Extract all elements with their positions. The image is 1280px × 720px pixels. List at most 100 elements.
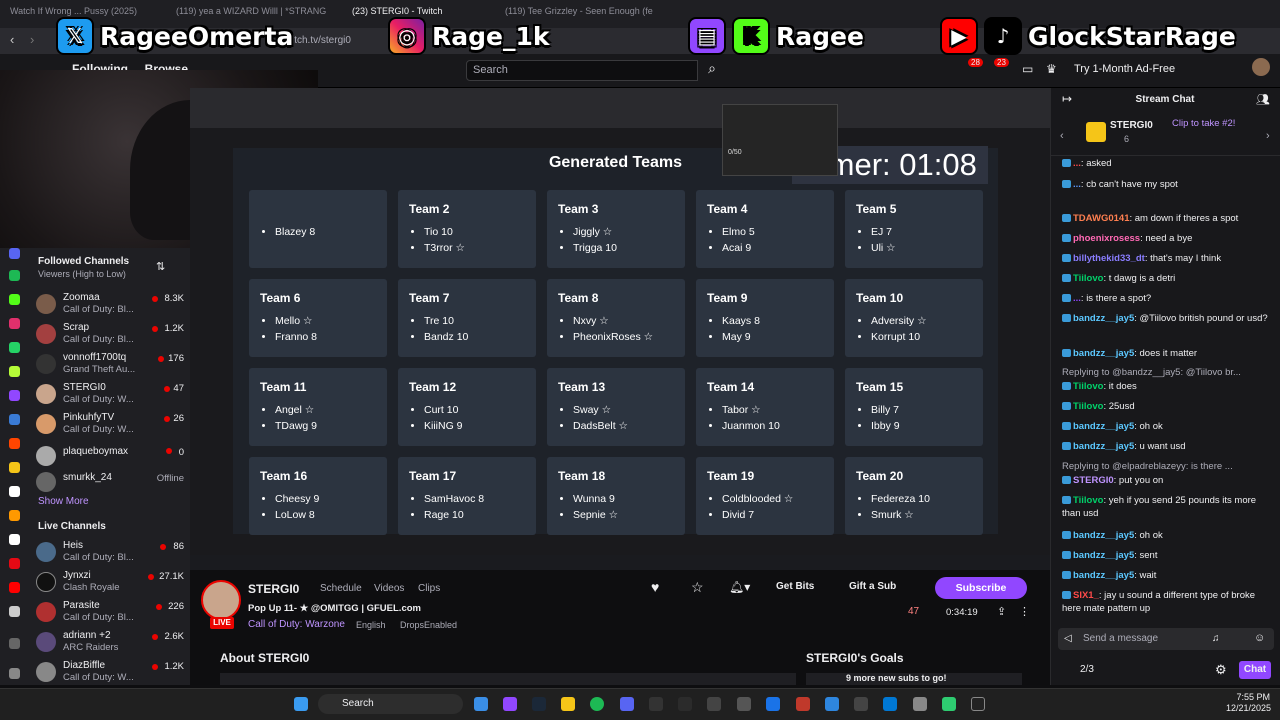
more-options-icon[interactable]: ⋮ [1019,605,1030,618]
show-more-link[interactable]: Show More [38,496,89,507]
tag-chip[interactable]: English [356,620,386,630]
reddit-icon[interactable] [9,438,20,449]
chat-input[interactable]: Send a message [1058,628,1274,650]
followed-channel[interactable]: vonnoff1700tq Grand Theft Au... 176 [36,352,186,380]
chat-message[interactable]: ...: asked [1062,157,1272,170]
x-icon[interactable] [9,486,20,497]
chat-message[interactable]: Tiilovo: 25usd [1062,400,1272,413]
live-channel[interactable]: DiazBiffle Call of Duty: W... 1.2K [36,660,186,685]
followed-channel[interactable]: PinkuhfyTV Call of Duty: W... 26 [36,412,186,440]
app-icon[interactable] [9,510,20,521]
bell-icon[interactable]: 🔔︎▾ [729,580,750,594]
chat-message[interactable]: TDAWG0141: am down if theres a spot [1062,212,1272,225]
youtube-icon[interactable] [9,582,20,593]
chat-message[interactable]: bandzz__jay5: oh ok [1062,420,1272,433]
live-channel[interactable]: adriann +2 ARC Raiders 2.6K [36,630,186,658]
chat-username[interactable]: bandzz__jay5 [1073,421,1134,432]
folder-icon[interactable] [561,697,575,711]
app-icon[interactable] [883,697,897,711]
crown-icon[interactable]: ♛ [1046,62,1057,76]
chat-message[interactable]: phoenixrosess: need a bye [1062,232,1272,245]
clips-link[interactable]: Clips [418,583,440,594]
live-channel[interactable]: Jynxzi Clash Royale 27.1K [36,570,186,598]
channel-points[interactable]: 2/3 [1080,664,1094,675]
videos-link[interactable]: Videos [374,583,404,594]
tag-chip[interactable]: DropsEnabled [400,620,457,630]
chat-username[interactable]: bandzz__jay5 [1073,570,1134,581]
app-icon[interactable] [737,697,751,711]
discord-icon[interactable] [9,248,20,259]
chat-message[interactable]: ...: is there a spot? [1062,292,1272,305]
search-input[interactable]: Search [466,60,698,81]
windows-start-icon[interactable] [294,697,308,711]
schedule-link[interactable]: Schedule [320,583,362,594]
followed-channel[interactable]: Scrap Call of Duty: Bl... 1.2K [36,322,186,350]
chat-username[interactable]: bandzz__jay5 [1073,550,1134,561]
settings-icon[interactable] [9,668,20,679]
chat-message[interactable]: ...: cb can't have my spot [1062,178,1272,191]
mic-icon[interactable]: ♫ [1212,633,1220,644]
followed-channel[interactable]: STERGI0 Call of Duty: W... 47 [36,382,186,410]
tiktok-icon[interactable] [9,534,20,545]
chat-send-button[interactable]: Chat [1239,661,1271,679]
taskbar-search[interactable]: Search [318,694,463,714]
chat-message[interactable]: bandzz__jay5: sent [1062,549,1272,562]
chat-message[interactable]: Tiilovo: t dawg is a detri [1062,272,1272,285]
chat-username[interactable]: bandzz__jay5 [1073,441,1134,452]
chat-message[interactable]: billythekid33_dt: that's may I think [1062,252,1272,265]
app-icon[interactable] [9,366,20,377]
search-icon[interactable]: ⌕ [700,60,724,81]
chat-username[interactable]: Tiilovo [1073,273,1103,284]
xbox-icon[interactable] [678,697,692,711]
app-icon[interactable] [942,697,956,711]
chat-username[interactable]: ... [1073,158,1081,169]
app-icon[interactable] [825,697,839,711]
app-icon[interactable] [854,697,868,711]
add-icon[interactable] [9,638,20,649]
chat-message[interactable]: bandzz__jay5: oh ok [1062,529,1272,542]
chat-username[interactable]: phoenixrosess [1073,233,1140,244]
chat-username[interactable]: Tiilovo [1073,401,1103,412]
chat-bubble-icon[interactable]: ▭ [1022,62,1033,76]
chevron-left-icon[interactable]: ‹ [1060,130,1064,142]
chat-username[interactable]: SIX1_ [1073,590,1099,601]
gift-sub-button[interactable]: Gift a Sub [849,581,896,592]
back-icon[interactable]: ‹ [10,32,14,47]
pinned-clip[interactable]: Clip to take #2! [1172,118,1235,129]
app-icon[interactable] [474,697,488,711]
app-icon[interactable] [707,697,721,711]
chat-username[interactable]: bandzz__jay5 [1073,530,1134,541]
followed-channel[interactable]: plaqueboymax 0 [36,444,186,472]
live-channel[interactable]: Parasite Call of Duty: Bl... 226 [36,600,186,628]
chat-username[interactable]: Tiilovo [1073,381,1103,392]
epic-icon[interactable] [649,697,663,711]
heart-icon[interactable]: ♥ [651,579,659,595]
discord-icon[interactable] [620,697,634,711]
chat-message[interactable]: Tiilovo: yeh if you send 25 pounds its m… [1062,494,1272,520]
chat-message[interactable]: bandzz__jay5: does it matter [1062,347,1272,360]
app-icon[interactable] [9,414,20,425]
chat-username[interactable]: bandzz__jay5 [1073,313,1134,324]
subscribe-button[interactable]: Subscribe [935,577,1027,599]
app-icon[interactable] [9,462,20,473]
app-icon[interactable] [796,697,810,711]
kick-icon[interactable] [9,294,20,305]
streamer-name[interactable]: STERGI0 [248,582,299,596]
live-channel[interactable]: Heis Call of Duty: Bl... 86 [36,540,186,568]
chat-username[interactable]: billythekid33_dt [1073,253,1145,264]
netflix-icon[interactable] [9,558,20,569]
mute-icon[interactable]: ◁ [1064,633,1072,644]
steam-icon[interactable] [532,697,546,711]
instagram-icon[interactable] [9,318,20,329]
whatsapp-icon[interactable] [9,342,20,353]
chat-username[interactable]: bandzz__jay5 [1073,348,1134,359]
share-icon[interactable]: ⇪ [997,605,1006,618]
chat-username[interactable]: Tiilovo [1073,495,1103,506]
emote-icon[interactable]: ☺ [1254,632,1265,644]
app-icon[interactable] [766,697,780,711]
game-link[interactable]: Call of Duty: Warzone [248,619,345,630]
twitch-icon[interactable] [9,390,20,401]
chat-message[interactable]: STERGI0: put you on [1062,474,1272,487]
avatar[interactable] [1252,58,1270,76]
spotify-icon[interactable] [590,697,604,711]
